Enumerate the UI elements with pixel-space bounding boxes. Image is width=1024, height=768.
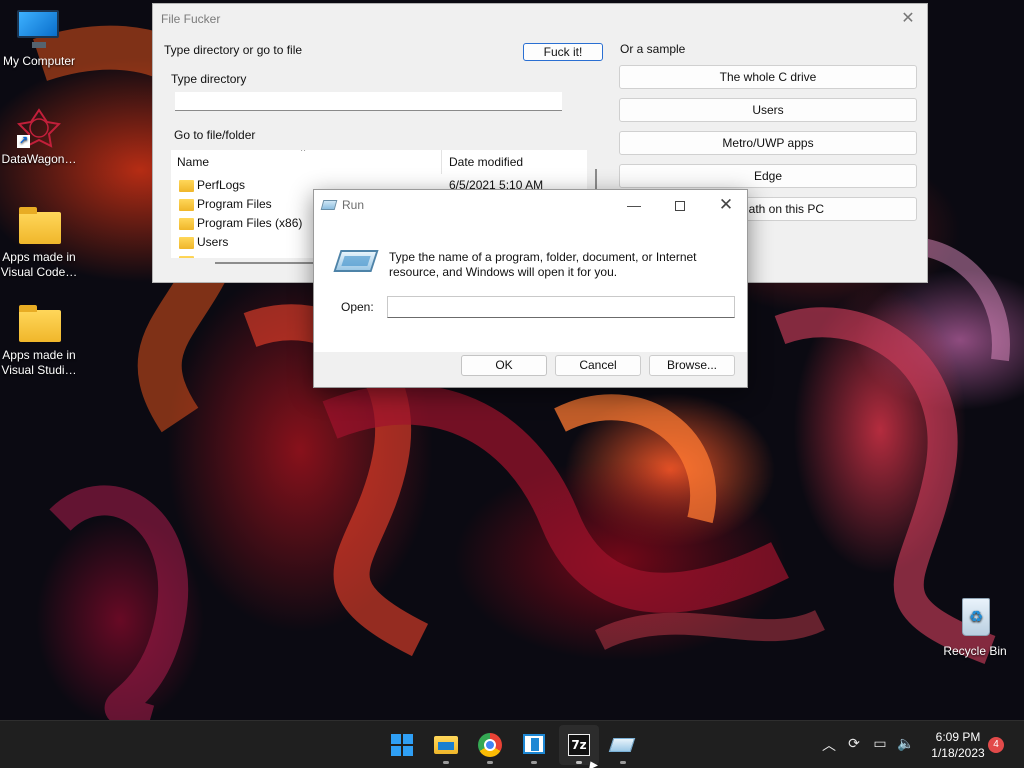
run-dialog: Run — ✕ Type the name of a program, fold… bbox=[313, 189, 748, 388]
recycle-bin-icon: ♻ bbox=[962, 598, 990, 636]
run-icon bbox=[608, 738, 636, 752]
desktop-icon-recycle-bin[interactable]: ♻ Recycle Bin bbox=[936, 598, 1014, 659]
type-directory-label: Type directory bbox=[171, 72, 247, 86]
taskbar-app[interactable] bbox=[514, 725, 554, 765]
open-input[interactable] bbox=[387, 296, 735, 318]
7zip-icon: 7z bbox=[568, 734, 590, 756]
sample-button-edge[interactable]: Edge bbox=[619, 164, 917, 188]
desktop-icon-apps-visual-code[interactable]: Apps made in Visual Code… bbox=[0, 206, 78, 280]
close-icon[interactable]: ✕ bbox=[897, 8, 919, 30]
folder-icon bbox=[179, 199, 194, 211]
network-icon[interactable]: ▭ bbox=[870, 735, 890, 752]
taskbar-chrome[interactable] bbox=[470, 725, 510, 765]
file-explorer-icon bbox=[434, 736, 458, 754]
notification-badge[interactable]: 4 bbox=[988, 737, 1004, 753]
taskbar-file-explorer[interactable] bbox=[426, 725, 466, 765]
running-indicator bbox=[576, 761, 582, 764]
sample-label: Or a sample bbox=[620, 42, 686, 56]
file-name: Users bbox=[197, 235, 229, 249]
vertical-scrollbar[interactable] bbox=[595, 169, 597, 191]
start-button[interactable] bbox=[382, 725, 422, 765]
close-button[interactable]: ✕ bbox=[703, 190, 749, 220]
sample-button-metro-apps[interactable]: Metro/UWP apps bbox=[619, 131, 917, 155]
browse-button[interactable]: Browse... bbox=[649, 355, 735, 376]
column-header-date[interactable]: Date modified bbox=[449, 150, 523, 174]
chrome-icon bbox=[478, 733, 502, 757]
desktop-icon-apps-visual-studio[interactable]: Apps made in Visual Studi… bbox=[0, 304, 78, 378]
cancel-button[interactable]: Cancel bbox=[555, 355, 641, 376]
running-indicator bbox=[487, 761, 493, 764]
maximize-icon bbox=[675, 201, 685, 212]
desktop-icon-datawagon[interactable]: ↗ DataWagon… bbox=[0, 108, 78, 167]
desktop-icon-label: Apps made in Visual Code… bbox=[0, 250, 78, 279]
file-name: Program Files bbox=[197, 197, 272, 211]
run-title: Run bbox=[342, 198, 365, 212]
folder-icon bbox=[179, 180, 194, 192]
window-title: File Fucker bbox=[161, 12, 221, 26]
taskbar: 7z ︿ ⟳ ▭ 🔈 6:09 PM 1/18/2023 4 bbox=[0, 720, 1024, 768]
sample-button-c-drive[interactable]: The whole C drive bbox=[619, 65, 917, 89]
directory-input[interactable] bbox=[175, 92, 562, 111]
column-divider[interactable] bbox=[441, 150, 442, 174]
file-name: Program Files (x86) bbox=[197, 216, 303, 230]
running-indicator bbox=[620, 761, 626, 764]
column-header-name[interactable]: Name bbox=[177, 150, 209, 174]
shortcut-arrow-icon: ↗ bbox=[17, 135, 30, 148]
folder-icon bbox=[19, 207, 61, 244]
run-description: Type the name of a program, folder, docu… bbox=[389, 250, 697, 279]
folder-icon bbox=[19, 305, 61, 342]
clock-time: 6:09 PM bbox=[935, 730, 981, 744]
sort-ascending-icon: ^ bbox=[301, 150, 306, 156]
show-hidden-icons-chevron-up-icon[interactable]: ︿ bbox=[820, 735, 838, 755]
clock[interactable]: 6:09 PM 1/18/2023 bbox=[924, 729, 992, 761]
file-name: PerfLogs bbox=[197, 178, 246, 192]
running-indicator bbox=[443, 761, 449, 764]
desktop-icon-my-computer[interactable]: My Computer bbox=[0, 8, 78, 69]
goto-label: Go to file/folder bbox=[174, 128, 256, 142]
desktop-icon-label: Apps made in Visual Studi… bbox=[1, 348, 77, 377]
run-program-icon bbox=[333, 250, 379, 272]
ok-button[interactable]: OK bbox=[461, 355, 547, 376]
monitor-icon bbox=[17, 10, 59, 48]
folder-icon bbox=[179, 237, 194, 249]
desktop-icon-label: My Computer bbox=[2, 54, 76, 68]
run-titlebar[interactable]: Run — ✕ bbox=[314, 190, 747, 220]
maximize-button[interactable] bbox=[657, 190, 703, 220]
taskbar-run[interactable] bbox=[603, 725, 643, 765]
desktop-icon-label: DataWagon… bbox=[1, 152, 77, 166]
folder-icon bbox=[179, 218, 194, 230]
run-body bbox=[314, 220, 747, 352]
volume-icon[interactable]: 🔈 bbox=[896, 735, 916, 752]
running-indicator bbox=[531, 761, 537, 764]
windows-logo-icon bbox=[391, 734, 413, 756]
open-label: Open: bbox=[341, 300, 374, 314]
minimize-button[interactable]: — bbox=[611, 190, 657, 220]
folder-icon bbox=[179, 256, 194, 258]
go-label: Type directory or go to file bbox=[164, 43, 303, 57]
sync-icon[interactable]: ⟳ bbox=[844, 735, 864, 752]
go-button[interactable]: Fuck it! bbox=[523, 43, 603, 61]
desktop-icon-label: Recycle Bin bbox=[943, 644, 1007, 658]
horizontal-scrollbar[interactable] bbox=[215, 262, 313, 264]
sample-button-users[interactable]: Users bbox=[619, 98, 917, 122]
app-window-icon bbox=[523, 734, 545, 754]
run-icon bbox=[320, 200, 338, 210]
clock-date: 1/18/2023 bbox=[931, 746, 985, 760]
